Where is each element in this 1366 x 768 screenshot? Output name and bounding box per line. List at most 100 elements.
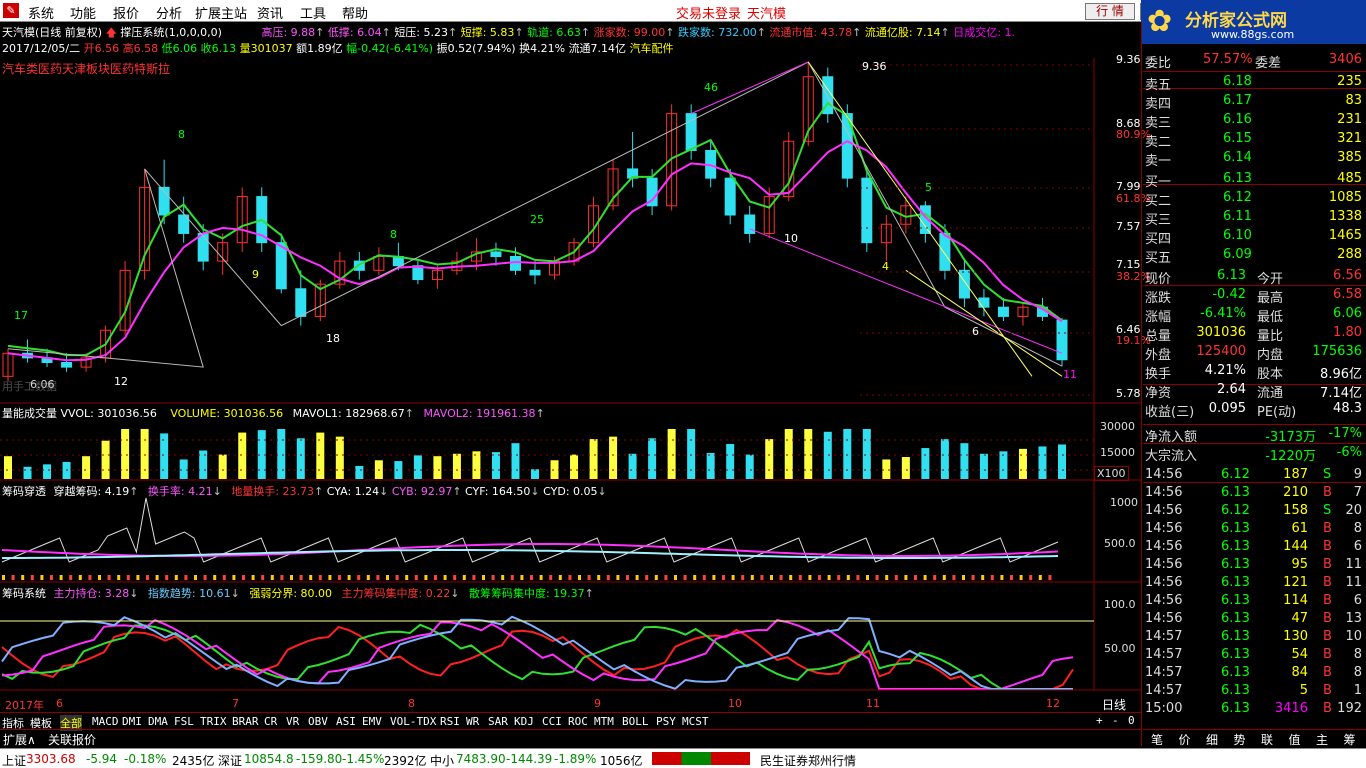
tab-macd[interactable]: MACD — [92, 715, 119, 728]
tick-row: 14:56 6.13 144 B 6 — [1143, 538, 1366, 556]
chip-dot — [203, 575, 207, 580]
tab-roc[interactable]: ROC — [568, 715, 588, 728]
tab-psy[interactable]: PSY — [656, 715, 676, 728]
right-tab-3[interactable]: 势 — [1234, 731, 1246, 748]
tab-ctrl-0[interactable]: + — [1096, 714, 1103, 727]
tab-cci[interactable]: CCI — [542, 715, 562, 728]
system-title-line: 筹码系统 主力持仓: 3.28↓ 指数趋势: 10.61↓ 强弱分界: 80.0… — [2, 587, 594, 600]
chip-dot — [165, 575, 169, 580]
chip-dot — [126, 575, 130, 580]
right-tab-4[interactable]: 联 — [1261, 731, 1273, 748]
tick-count: 13 — [1345, 611, 1362, 626]
sz-label[interactable]: 深证 — [218, 752, 242, 768]
zx-label[interactable]: 中小 — [430, 752, 454, 768]
right-tab-5[interactable]: 值 — [1289, 731, 1301, 748]
menu-quote[interactable]: 报价 — [113, 3, 139, 22]
volume-bar — [82, 456, 91, 479]
chip-dot — [2, 575, 5, 580]
tick-side: B — [1323, 557, 1332, 572]
quote-row: 净资 2.64 流通 7.14亿 — [1143, 381, 1366, 401]
tab-vol-tdx[interactable]: VOL-TDX — [390, 715, 436, 728]
bid-volume: 1085 — [1328, 190, 1362, 205]
stat-value: 125400 — [1196, 344, 1246, 359]
menu-ext-host[interactable]: 扩展主站 — [195, 3, 247, 22]
sh-label[interactable]: 上证 — [2, 752, 26, 768]
vol-title: 量能成交量 — [2, 407, 57, 420]
tab-wr[interactable]: WR — [466, 715, 479, 728]
tick-count: 6 — [1353, 539, 1362, 554]
tab-emv[interactable]: EMV — [362, 715, 382, 728]
tab-dma[interactable]: DMA — [148, 715, 168, 728]
tick-row: 14:56 6.13 47 B 13 — [1143, 610, 1366, 628]
tab-rsi[interactable]: RSI — [440, 715, 460, 728]
right-tab-0[interactable]: 笔 — [1151, 731, 1163, 748]
menu-tools[interactable]: 工具 — [300, 3, 326, 22]
wb-label: 委比 — [1145, 56, 1172, 71]
tab-brar[interactable]: BRAR — [232, 715, 259, 728]
tab-related[interactable]: 关联报价 — [48, 731, 96, 748]
volume-bar — [355, 465, 364, 479]
tick-time: 14:57 — [1145, 683, 1183, 698]
tab-asi[interactable]: ASI — [336, 715, 356, 728]
tab-ext[interactable]: 扩展∧ — [3, 731, 36, 748]
tab-sar[interactable]: SAR — [488, 715, 508, 728]
tick-count: 20 — [1345, 503, 1362, 518]
stat-value2: 6.56 — [1333, 268, 1362, 283]
candle-body — [295, 288, 307, 317]
trade-status[interactable]: 交易未登录 — [676, 3, 741, 22]
tab-obv[interactable]: OBV — [308, 715, 328, 728]
right-tab-2[interactable]: 细 — [1206, 731, 1218, 748]
chip-dot — [1000, 575, 1004, 580]
tab-vr[interactable]: VR — [286, 715, 299, 728]
right-tab-1[interactable]: 价 — [1179, 731, 1191, 748]
bid-label: 买四 — [1145, 232, 1172, 247]
chip-dot — [539, 575, 543, 580]
tab-mtm[interactable]: MTM — [594, 715, 614, 728]
tick-count: 1 — [1353, 683, 1362, 698]
tick-volume: 130 — [1283, 629, 1308, 644]
volume-bar — [413, 455, 422, 479]
menu-analysis[interactable]: 分析 — [156, 3, 182, 22]
menu-function[interactable]: 功能 — [70, 3, 96, 22]
tab-mcst[interactable]: MCST — [682, 715, 709, 728]
stat-value2: 1.80 — [1333, 325, 1362, 340]
tick-side: B — [1323, 647, 1332, 662]
tab-kdj[interactable]: KDJ — [514, 715, 534, 728]
tab-boll[interactable]: BOLL — [622, 715, 649, 728]
quote-row: 收益(三) 0.095 PE(动) 48.3 — [1143, 400, 1366, 420]
ask-label: 卖一 — [1145, 154, 1172, 169]
quote-button[interactable]: 行 情 — [1085, 3, 1135, 20]
bid-volume: 485 — [1337, 171, 1362, 186]
chip-dot — [616, 575, 620, 580]
tab-dmi[interactable]: DMI — [122, 715, 142, 728]
period-label[interactable]: 日线 — [1102, 696, 1126, 713]
tab-cr[interactable]: CR — [264, 715, 277, 728]
menu-news[interactable]: 资讯 — [257, 3, 283, 22]
right-tab-7[interactable]: 筹 — [1344, 731, 1356, 748]
candle-body — [958, 269, 970, 299]
broker-name: 民生证券郑州行情 — [760, 754, 857, 768]
kline-chart[interactable] — [0, 22, 1141, 712]
tick-row: 15:00 6.13 3416 B 192 — [1143, 700, 1366, 718]
volume-bar — [628, 453, 637, 479]
tick-count: 6 — [1353, 593, 1362, 608]
right-tab-6[interactable]: 主 — [1316, 731, 1328, 748]
menu-system[interactable]: 系统 — [28, 3, 54, 22]
tab-ctrl-2[interactable]: 0 — [1128, 714, 1135, 727]
flower-logo-icon: ✿ — [1147, 4, 1173, 39]
tick-count: 10 — [1345, 629, 1362, 644]
ma-green-line — [7, 101, 1063, 357]
candle-body — [509, 255, 521, 271]
tick-row: 14:56 6.13 95 B 11 — [1143, 556, 1366, 574]
stat-label2: PE(动) — [1257, 405, 1297, 420]
chip-dot — [818, 575, 821, 580]
tab-ctrl-1[interactable]: - — [1112, 714, 1119, 727]
tab-trix[interactable]: TRIX — [200, 715, 227, 728]
qrfj-value: 强弱分界: 80.00 — [249, 587, 333, 600]
tab-fsl[interactable]: FSL — [174, 715, 194, 728]
cyzm-value: 穿越筹码: 4.19 — [53, 485, 130, 498]
menu-help[interactable]: 帮助 — [342, 3, 368, 22]
chip-dot — [155, 575, 159, 580]
dlhs-value: 地量换手: 23.73 — [231, 485, 315, 498]
volume-bar — [433, 456, 442, 479]
